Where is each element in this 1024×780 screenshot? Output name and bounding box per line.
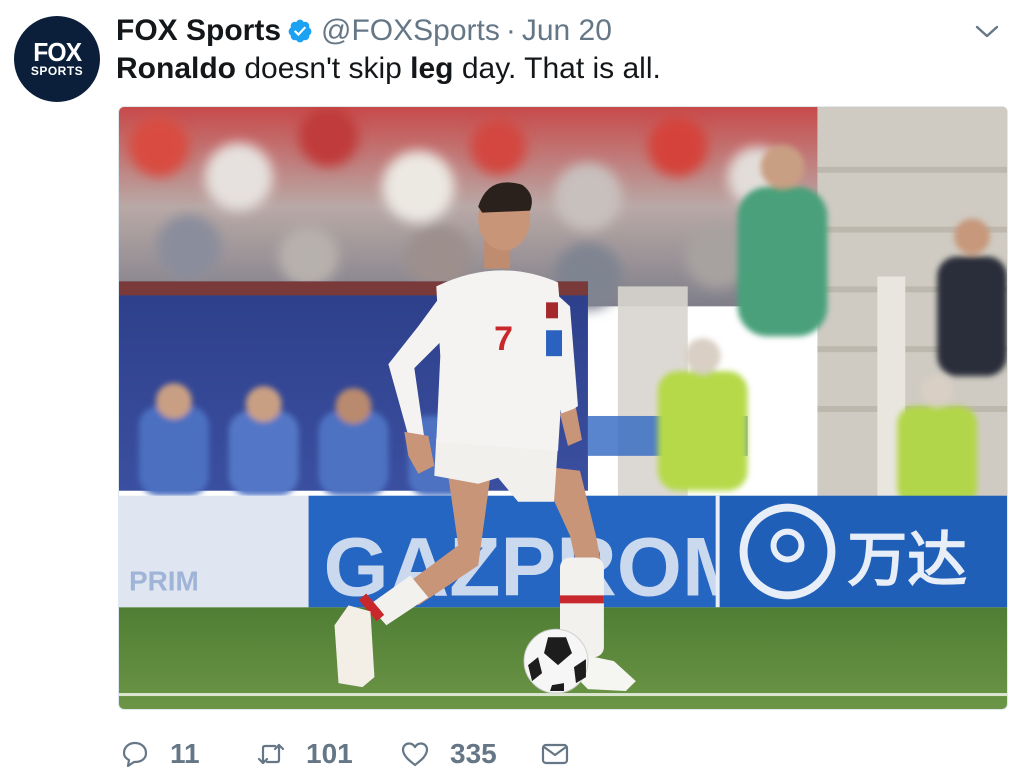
retweet-count: 101: [306, 738, 353, 769]
tweet-actions: 11 101 335: [120, 734, 570, 774]
tweet-text-segment: day. That is all.: [453, 52, 661, 85]
like-button[interactable]: 335: [400, 738, 540, 770]
tweet-header: FOX Sports @FOXSports · Jun 20: [116, 12, 612, 50]
envelope-icon: [541, 743, 569, 765]
verified-badge-icon: [287, 18, 313, 44]
user-handle[interactable]: @FOXSports: [321, 14, 500, 48]
direct-message-button[interactable]: [540, 739, 570, 769]
soccer-photo: PRIM GAZPROM 万达 7: [119, 107, 1007, 709]
soccer-ball: [523, 628, 589, 694]
reply-icon: [122, 741, 148, 768]
tweet-timestamp[interactable]: Jun 20: [522, 14, 612, 48]
tweet-text: Ronaldo doesn't skip leg day. That is al…: [116, 50, 661, 88]
chevron-down-icon[interactable]: [974, 22, 1000, 42]
pitch-line: [119, 693, 1007, 697]
tweet-text-bold-leg: leg: [410, 52, 454, 85]
reply-count: 11: [170, 738, 200, 769]
ad-board-left-text: PRIM: [129, 565, 199, 596]
tweet-text-segment: doesn't skip: [236, 52, 411, 85]
tweet-text-bold-ronaldo: Ronaldo: [116, 52, 236, 85]
avatar[interactable]: FOX SPORTS: [14, 16, 100, 102]
ad-board-sponsor-text: 万达: [847, 525, 967, 595]
like-count: 335: [450, 738, 497, 769]
avatar-logo-line1: FOX: [33, 37, 82, 67]
reply-button[interactable]: 11: [120, 738, 256, 770]
jersey-number: 7: [494, 320, 513, 358]
tweet-media-photo[interactable]: PRIM GAZPROM 万达 7: [118, 106, 1008, 710]
retweet-icon: [257, 743, 285, 765]
heart-icon: [401, 742, 429, 767]
tweet-card: FOX SPORTS FOX Sports @FOXSports · Jun 2…: [0, 0, 1024, 780]
retweet-button[interactable]: 101: [256, 738, 400, 770]
header-separator: ·: [505, 14, 516, 47]
display-name[interactable]: FOX Sports: [116, 14, 281, 48]
